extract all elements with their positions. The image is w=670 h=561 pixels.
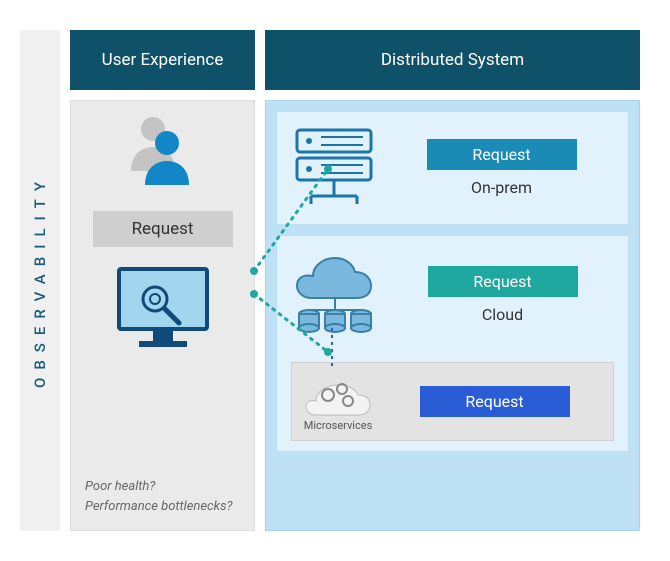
label-cloud: Cloud — [482, 305, 523, 324]
panel-user-experience: Request Poor health? Performance bottlen… — [70, 100, 255, 531]
columns: User Experience Request — [70, 30, 640, 531]
monitor-icon — [115, 265, 211, 351]
label-microservices: Microservices — [304, 419, 373, 432]
row-microservices: Microservices Request — [291, 362, 614, 441]
cloud-info: Request Cloud — [391, 266, 614, 324]
header-user-experience: User Experience — [70, 30, 255, 90]
observability-label: OBSERVABILITY — [20, 30, 60, 531]
footnote-line-2: Performance bottlenecks? — [85, 497, 233, 517]
request-box-onprem: Request — [427, 139, 577, 170]
connector-ue-to-onprem — [254, 163, 334, 273]
column-distributed-system: Distributed System — [265, 30, 640, 531]
label-onprem: On-prem — [471, 178, 532, 197]
footnote-line-1: Poor health? — [85, 477, 233, 497]
onprem-info: Request On-prem — [389, 139, 614, 197]
gears-icon — [302, 371, 374, 417]
diagram-root: OBSERVABILITY User Experience Request — [20, 30, 640, 531]
connector-ue-to-cloud — [254, 290, 334, 360]
column-user-experience: User Experience Request — [70, 30, 255, 531]
request-box-cloud: Request — [428, 266, 578, 297]
user-icon — [123, 119, 203, 199]
microservices-block: Microservices — [302, 371, 374, 432]
request-box-ue: Request — [93, 211, 233, 247]
request-box-micro: Request — [420, 386, 570, 417]
micro-info: Request — [386, 386, 603, 417]
footnote: Poor health? Performance bottlenecks? — [85, 477, 233, 516]
header-distributed-system: Distributed System — [265, 30, 640, 90]
